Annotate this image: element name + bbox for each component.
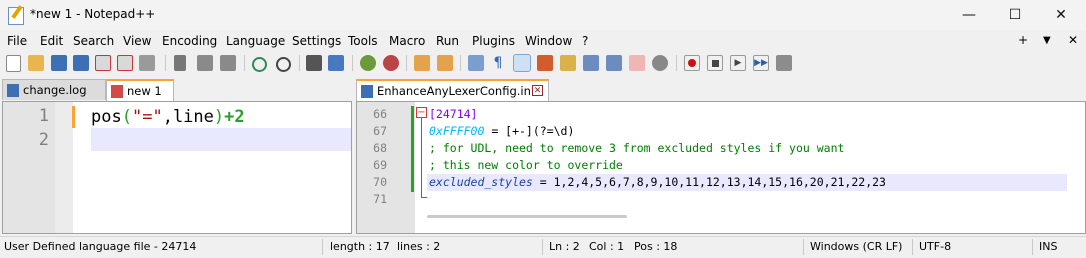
saved-file-icon xyxy=(361,85,373,98)
maximize-button[interactable]: ☐ xyxy=(992,0,1038,30)
menu-view[interactable]: View xyxy=(123,34,151,48)
new-tab-plus-icon[interactable]: + xyxy=(1018,33,1028,47)
comment-line-68: ; for UDL, need to remove 3 from exclude… xyxy=(429,141,845,155)
unsaved-file-icon xyxy=(111,85,123,98)
save-macro-icon[interactable] xyxy=(776,55,792,71)
config-line-67: 0xFFFF00 = [+-](?=\d) xyxy=(429,124,575,138)
menu-language[interactable]: Language xyxy=(226,34,285,48)
menu-window[interactable]: Window xyxy=(525,34,572,48)
line-number: 1 xyxy=(38,106,49,126)
line-number-gutter: 66 67 68 69 70 71 xyxy=(357,102,415,233)
menu-encoding[interactable]: Encoding xyxy=(162,34,217,48)
left-editor[interactable]: 1 2 pos("=",line)+2 xyxy=(2,101,352,234)
redo-icon[interactable] xyxy=(276,57,291,72)
menu-plugins[interactable]: Plugins xyxy=(472,34,515,48)
line-number: 67 xyxy=(373,124,387,138)
menu-settings[interactable]: Settings xyxy=(292,34,341,48)
status-ln: Ln : 2 xyxy=(549,240,580,253)
function-list-icon[interactable] xyxy=(606,55,622,71)
folder-as-workspace-icon[interactable] xyxy=(629,55,645,71)
line-number: 68 xyxy=(373,141,387,155)
right-tab-bar: EnhanceAnyLexerConfig.ini ✕ xyxy=(356,79,1086,101)
save-all-icon[interactable] xyxy=(73,55,89,71)
tab-enhanceanylexerconfig[interactable]: EnhanceAnyLexerConfig.ini ✕ xyxy=(356,79,549,101)
document-list-icon[interactable] xyxy=(583,55,599,71)
monitoring-icon[interactable] xyxy=(652,55,668,71)
menu-tools[interactable]: Tools xyxy=(348,34,378,48)
saved-change-marker xyxy=(411,106,414,192)
zoom-out-icon[interactable] xyxy=(383,55,399,71)
sync-vertical-icon[interactable] xyxy=(414,55,430,71)
config-line-70: excluded_styles = 1,2,4,5,6,7,8,9,10,11,… xyxy=(429,175,886,189)
udl-dialog-icon[interactable] xyxy=(537,55,553,71)
show-all-characters-icon[interactable]: ¶ xyxy=(490,55,506,71)
print-icon[interactable] xyxy=(139,55,155,71)
copy-icon[interactable] xyxy=(197,55,213,71)
open-file-icon[interactable] xyxy=(28,55,44,71)
line-number: 70 xyxy=(373,175,387,189)
close-window-button[interactable]: ✕ xyxy=(1038,0,1084,30)
change-marker xyxy=(72,106,75,128)
sync-horizontal-icon[interactable] xyxy=(437,55,453,71)
fold-line xyxy=(421,118,422,198)
toolbar: ¶ ▶ ▶▶ xyxy=(0,51,1086,75)
word-wrap-icon[interactable] xyxy=(468,55,484,71)
replace-icon[interactable] xyxy=(328,55,344,71)
paste-icon[interactable] xyxy=(220,55,236,71)
line-number: 66 xyxy=(373,107,387,121)
line-number: 71 xyxy=(373,192,387,206)
menu-search[interactable]: Search xyxy=(73,34,114,48)
document-map-icon[interactable] xyxy=(560,55,576,71)
menu-help[interactable]: ? xyxy=(582,34,588,48)
status-lines: lines : 2 xyxy=(397,240,441,253)
save-icon[interactable] xyxy=(51,55,67,71)
tab-change-log[interactable]: change.log xyxy=(2,79,106,100)
zoom-in-icon[interactable] xyxy=(360,55,376,71)
notepadpp-icon xyxy=(8,7,24,25)
close-all-icon[interactable] xyxy=(117,55,133,71)
status-insert-mode[interactable]: INS xyxy=(1039,240,1057,253)
right-editor[interactable]: 66 67 68 69 70 71 − [24714] 0xFFFF00 = [… xyxy=(356,101,1086,234)
new-file-icon[interactable] xyxy=(6,55,21,72)
status-pos: Pos : 18 xyxy=(634,240,678,253)
close-tab-icon[interactable]: ✕ xyxy=(532,85,543,96)
menu-file[interactable]: File xyxy=(7,34,27,48)
tab-list-dropdown-icon[interactable]: ▼ xyxy=(1043,35,1051,46)
fold-toggle-icon[interactable]: − xyxy=(416,107,427,118)
left-tab-bar: change.log new 1 xyxy=(2,79,350,101)
indent-guide-icon[interactable] xyxy=(513,54,531,72)
line-number: 2 xyxy=(38,130,49,150)
status-eol[interactable]: Windows (CR LF) xyxy=(810,240,902,253)
status-encoding[interactable]: UTF-8 xyxy=(919,240,951,253)
menu-macro[interactable]: Macro xyxy=(389,34,425,48)
record-macro-icon[interactable] xyxy=(684,55,700,71)
menu-edit[interactable]: Edit xyxy=(40,34,63,48)
status-filetype: User Defined language file - 24714 xyxy=(4,240,197,253)
menu-run[interactable]: Run xyxy=(436,34,459,48)
section-header: [24714] xyxy=(429,107,478,121)
horizontal-scrollbar[interactable] xyxy=(427,215,627,218)
status-bar: User Defined language file - 24714 lengt… xyxy=(0,236,1086,258)
status-length: length : 17 xyxy=(330,240,390,253)
run-macro-multiple-icon[interactable]: ▶▶ xyxy=(753,55,769,71)
line-number: 69 xyxy=(373,158,387,172)
current-line-highlight xyxy=(91,128,351,151)
tab-new-1[interactable]: new 1 xyxy=(106,79,174,101)
close-icon[interactable] xyxy=(95,55,111,71)
menu-bar: File Edit Search View Encoding Language … xyxy=(0,31,1086,51)
close-document-icon[interactable]: ✕ xyxy=(1068,33,1078,47)
minimize-button[interactable]: — xyxy=(946,0,992,30)
undo-icon[interactable] xyxy=(252,57,267,72)
stop-recording-icon[interactable] xyxy=(707,55,723,71)
playback-macro-icon[interactable]: ▶ xyxy=(730,55,746,71)
title-bar: *new 1 - Notepad++ — ☐ ✕ xyxy=(0,0,1086,30)
window-title: *new 1 - Notepad++ xyxy=(30,7,156,21)
comment-line-69: ; this new color to override xyxy=(429,158,623,172)
status-col: Col : 1 xyxy=(589,240,625,253)
find-icon[interactable] xyxy=(306,55,322,71)
code-line-1: pos("=",line)+2 xyxy=(91,107,245,127)
cut-icon[interactable] xyxy=(174,55,186,71)
saved-file-icon xyxy=(7,84,19,97)
